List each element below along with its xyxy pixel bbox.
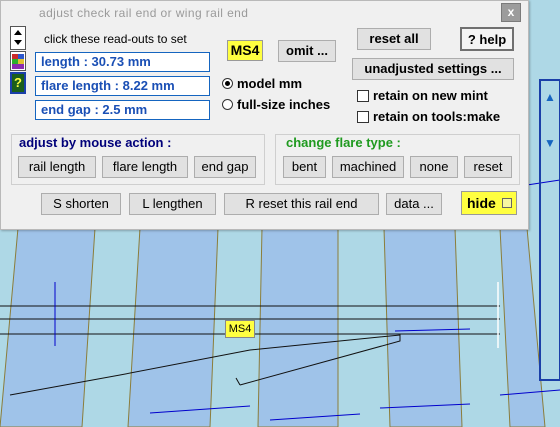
rail-end-dialog: adjust check rail end or wing rail end x… — [0, 0, 529, 230]
retain-new-mint-checkbox[interactable] — [357, 90, 369, 102]
retain-tools-make-checkbox[interactable] — [357, 111, 369, 123]
retain-new-mint-label[interactable]: retain on new mint — [373, 88, 488, 103]
flare-length-readout[interactable]: flare length : 8.22 mm — [35, 76, 210, 96]
reset-flare-button[interactable]: reset — [464, 156, 512, 178]
full-size-inches-label[interactable]: full-size inches — [237, 97, 330, 112]
title-bar[interactable]: adjust check rail end or wing rail end x — [1, 1, 528, 25]
hide-label: hide — [467, 195, 496, 211]
scroll-spinner[interactable] — [10, 26, 26, 50]
shorten-button[interactable]: S shorten — [41, 193, 121, 215]
help-button[interactable]: ? help — [460, 27, 514, 51]
gauge-badge-label: MS4 — [230, 42, 260, 58]
close-button[interactable]: x — [501, 3, 521, 22]
window-title: adjust check rail end or wing rail end — [39, 6, 249, 20]
flare-type-title: change flare type : — [283, 135, 404, 150]
full-size-inches-radio[interactable] — [222, 99, 233, 110]
model-mm-radio[interactable] — [222, 78, 233, 89]
side-up-arrow-icon[interactable]: ▲ — [544, 90, 556, 104]
canvas-ms4-badge: MS4 — [225, 320, 255, 338]
close-icon: x — [507, 5, 515, 19]
model-mm-label[interactable]: model mm — [237, 76, 302, 91]
end-gap-button[interactable]: end gap — [194, 156, 256, 178]
unadjusted-settings-button[interactable]: unadjusted settings ... — [352, 58, 514, 80]
question-icon[interactable]: ? — [10, 72, 26, 94]
reset-rail-end-button[interactable]: R reset this rail end — [224, 193, 379, 215]
end-gap-readout[interactable]: end gap : 2.5 mm — [35, 100, 210, 120]
omit-button[interactable]: omit ... — [278, 40, 336, 62]
retain-tools-make-label[interactable]: retain on tools:make — [373, 109, 500, 124]
none-flare-button[interactable]: none — [410, 156, 458, 178]
instructions-label: click these read-outs to set — [44, 32, 187, 46]
side-down-arrow-icon[interactable]: ▼ — [544, 136, 556, 150]
length-readout[interactable]: length : 30.73 mm — [35, 52, 210, 72]
canvas-badge-label: MS4 — [228, 323, 252, 335]
bent-flare-button[interactable]: bent — [283, 156, 326, 178]
hide-checkbox[interactable] — [502, 198, 512, 208]
lengthen-button[interactable]: L lengthen — [129, 193, 216, 215]
data-button[interactable]: data ... — [386, 193, 442, 215]
flare-length-button[interactable]: flare length — [102, 156, 188, 178]
machined-flare-button[interactable]: machined — [332, 156, 404, 178]
rail-length-button[interactable]: rail length — [18, 156, 96, 178]
colour-palette-icon[interactable] — [10, 51, 26, 71]
mouse-action-title: adjust by mouse action : — [16, 135, 175, 150]
gauge-badge: MS4 — [227, 40, 263, 61]
hide-toggle[interactable]: hide — [461, 191, 517, 215]
reset-all-button[interactable]: reset all — [357, 28, 431, 50]
